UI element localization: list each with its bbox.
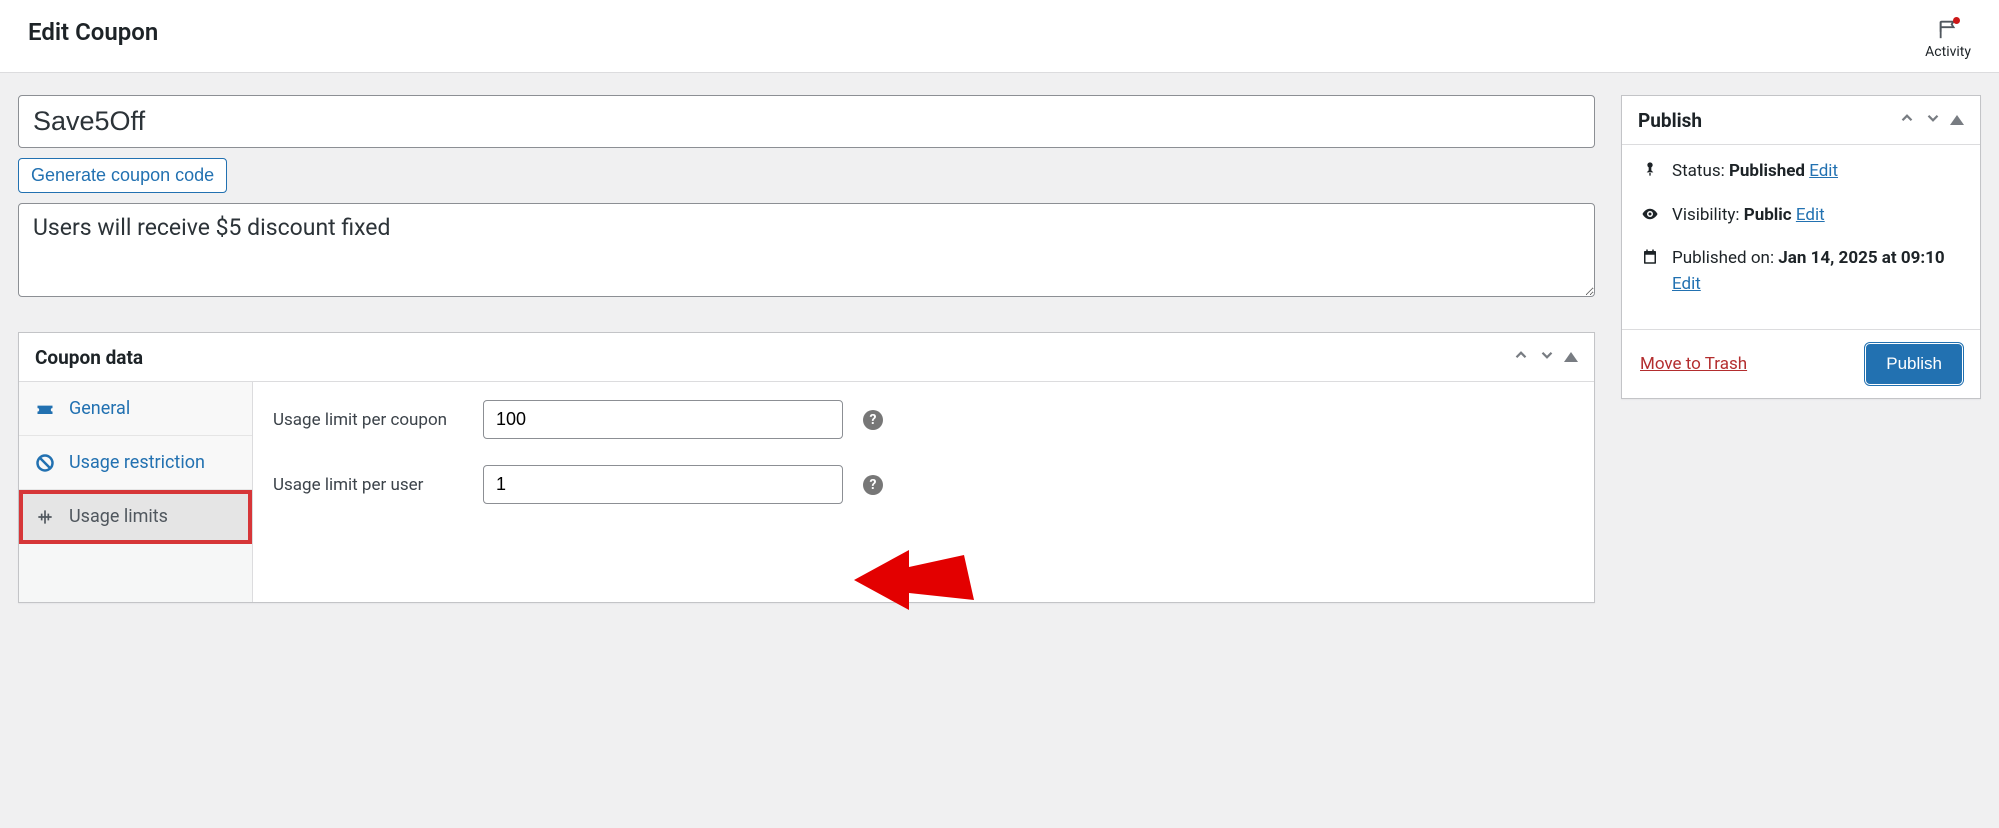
tab-usage-limits[interactable]: Usage limits [19,490,252,544]
visibility-label: Visibility: [1672,205,1740,225]
coupon-description-textarea[interactable] [18,203,1595,297]
usage-limits-panel: Usage limit per coupon ? Usage limit per… [253,382,1594,602]
status-value: Published [1729,161,1805,181]
published-on-value: Jan 14, 2025 at 09:10 [1778,248,1944,268]
move-up-icon[interactable] [1512,345,1530,369]
visibility-value: Public [1744,205,1792,225]
coupon-data-header: Coupon data [19,333,1594,382]
published-on-edit-link[interactable]: Edit [1672,274,1701,294]
tab-usage-restriction-label: Usage restriction [69,452,205,473]
toggle-panel-icon[interactable] [1564,352,1578,362]
generate-coupon-code-button[interactable]: Generate coupon code [18,158,227,193]
move-up-icon[interactable] [1898,108,1916,132]
publish-header: Publish [1622,96,1980,145]
usage-limit-per-coupon-input[interactable] [483,400,843,439]
calendar-icon [1640,248,1660,266]
move-to-trash-link[interactable]: Move to Trash [1640,354,1747,374]
status-label: Status: [1672,161,1725,181]
move-down-icon[interactable] [1924,108,1942,132]
tab-general[interactable]: General [19,382,252,436]
ban-icon [35,453,55,473]
sliders-icon [35,507,55,527]
coupon-data-tabs: General Usage restriction Usage limits [19,382,253,602]
eye-icon [1640,205,1660,223]
activity-icon [1937,18,1959,44]
move-down-icon[interactable] [1538,345,1556,369]
tab-general-label: General [69,398,130,419]
usage-limit-per-user-input[interactable] [483,465,843,504]
top-bar: Edit Coupon Activity [0,0,1999,73]
visibility-edit-link[interactable]: Edit [1796,205,1825,225]
tab-usage-limits-label: Usage limits [69,506,168,527]
status-edit-link[interactable]: Edit [1809,161,1838,181]
help-icon[interactable]: ? [863,410,883,430]
coupon-title-input[interactable] [18,95,1595,148]
help-icon[interactable]: ? [863,475,883,495]
tab-usage-restriction[interactable]: Usage restriction [19,436,252,490]
publish-box: Publish Status: Published Edit [1621,95,1981,399]
page-title: Edit Coupon [28,18,158,46]
activity-label: Activity [1925,44,1971,60]
usage-limit-per-coupon-label: Usage limit per coupon [273,410,463,430]
toggle-panel-icon[interactable] [1950,115,1964,125]
pin-icon [1640,161,1660,177]
published-on-label: Published on: [1672,248,1774,268]
publish-button[interactable]: Publish [1866,344,1962,384]
ticket-icon [35,399,55,419]
activity-button[interactable]: Activity [1925,18,1971,60]
coupon-data-box: Coupon data General [18,332,1595,603]
publish-heading: Publish [1638,109,1898,132]
usage-limit-per-user-label: Usage limit per user [273,475,463,495]
coupon-data-heading: Coupon data [35,346,1512,369]
